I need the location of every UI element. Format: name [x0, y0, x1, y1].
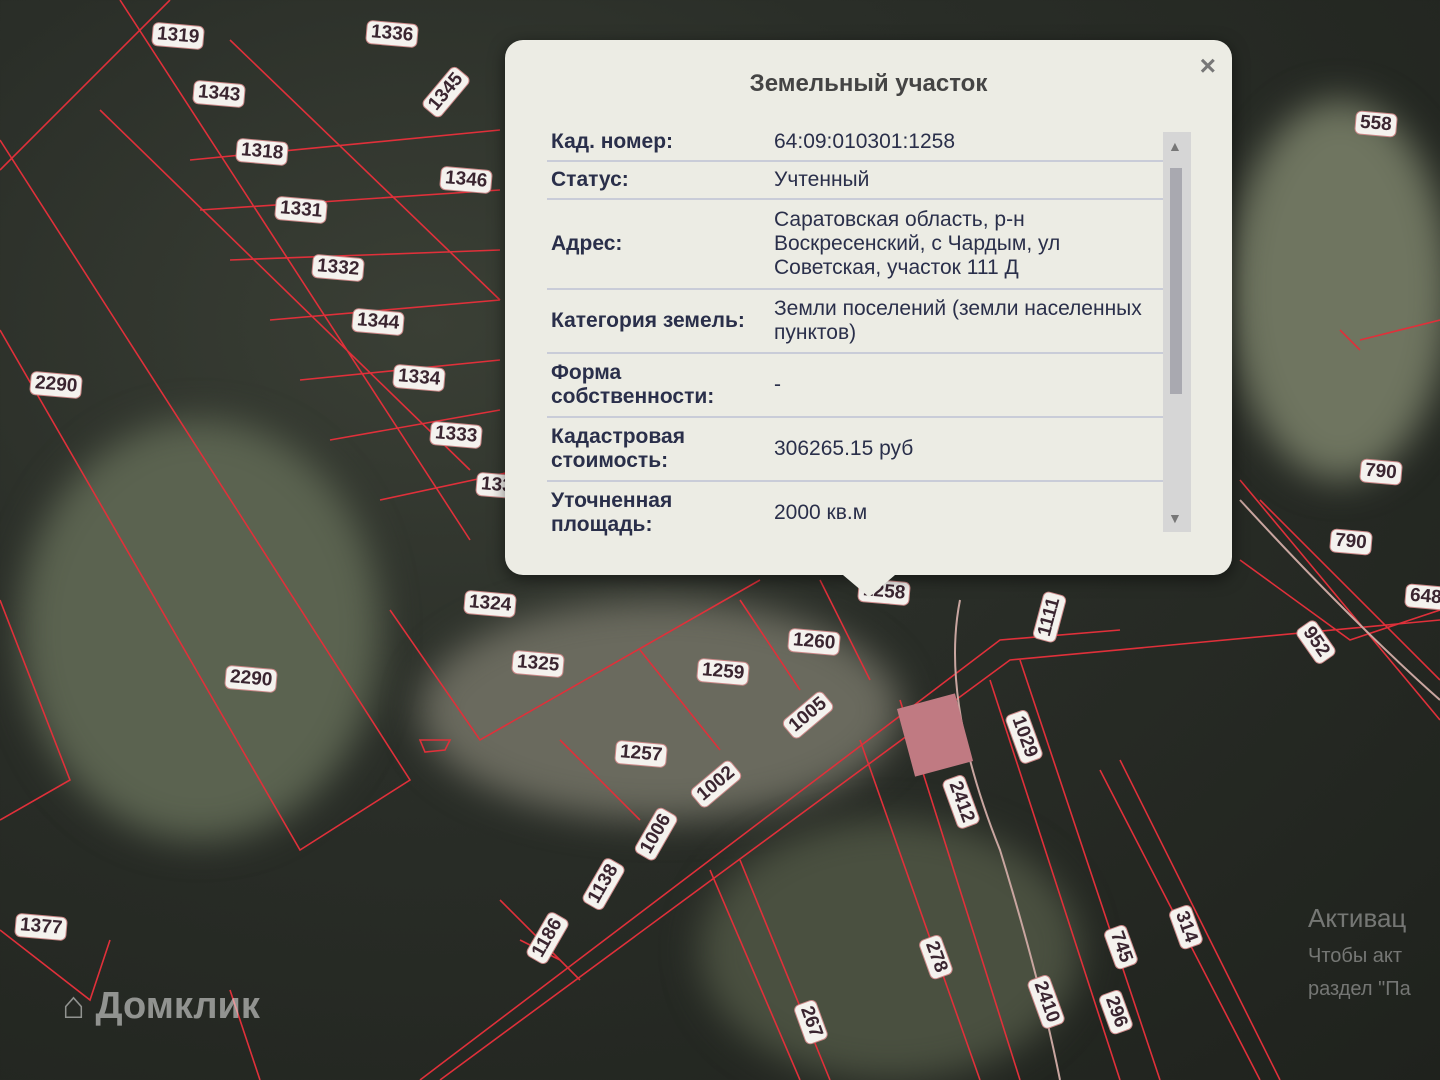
parcel-number-label[interactable]: 1318	[235, 137, 290, 167]
info-row: Кадастровая стоимость: 306265.15 руб	[547, 418, 1165, 482]
domclick-logo: ⌂ Домклик	[62, 985, 260, 1027]
parcel-number-label[interactable]: 1344	[351, 307, 406, 337]
parcel-number-label[interactable]: 1259	[696, 657, 751, 687]
parcel-number-label[interactable]: 790	[1359, 458, 1403, 486]
scroll-down-icon[interactable]: ▼	[1168, 510, 1182, 526]
activation-watermark-text: раздел "Па	[1308, 978, 1411, 1000]
info-row: Статус: Учтенный	[547, 162, 1165, 200]
close-icon[interactable]: ×	[1200, 50, 1216, 82]
parcel-number-label[interactable]: 1332	[311, 253, 366, 283]
info-value: 2000 кв.м	[774, 501, 868, 524]
parcel-number-label[interactable]: 790	[1329, 528, 1373, 556]
parcel-number-label[interactable]: 1336	[365, 19, 420, 49]
parcel-number-label[interactable]: 1257	[614, 739, 669, 769]
info-key: Форма собственности:	[551, 361, 715, 408]
scroll-up-icon[interactable]: ▲	[1168, 138, 1182, 154]
parcel-info-table: Кад. номер: 64:09:010301:1258 Статус: Учтен…	[547, 124, 1165, 536]
parcel-number-label[interactable]: 1324	[463, 589, 518, 619]
info-row: Категория земель: Земли поселений (земли …	[547, 290, 1165, 354]
info-row: Уточненная площадь: 2000 кв.м	[547, 482, 1165, 536]
info-row: Кад. номер: 64:09:010301:1258	[547, 124, 1165, 162]
parcel-number-label[interactable]: 1343	[192, 79, 247, 109]
info-key: Адрес:	[551, 232, 623, 255]
info-key: Категория земель:	[551, 309, 745, 332]
scrollbar-thumb[interactable]	[1170, 168, 1182, 394]
parcel-number-label[interactable]: 558	[1354, 110, 1398, 138]
parcel-number-label[interactable]: 1333	[429, 420, 484, 450]
info-value: 306265.15 руб	[774, 437, 914, 460]
popup-title: Земельный участок	[749, 70, 988, 97]
activation-watermark-title: Активац	[1308, 903, 1407, 933]
parcel-number-label[interactable]: 1260	[787, 627, 842, 657]
info-key: Уточненная площадь:	[551, 489, 673, 536]
scrollbar[interactable]: ▲ ▼	[1163, 132, 1191, 532]
info-value: Саратовская область, р-н Воскресенский, …	[774, 208, 1061, 279]
info-value: 64:09:010301:1258	[774, 130, 956, 153]
info-key: Статус:	[551, 168, 629, 191]
info-value: -	[774, 373, 781, 396]
parcel-number-label[interactable]: 1331	[274, 195, 329, 225]
info-key: Кадастровая стоимость:	[551, 425, 685, 472]
logo-text: Домклик	[95, 985, 260, 1027]
parcel-number-label[interactable]: 1346	[439, 165, 494, 195]
parcel-info-popup: Земельный участок × Кад. номер: 64:09:010…	[505, 40, 1232, 597]
parcel-number-label[interactable]: 648	[1404, 583, 1440, 611]
parcel-number-label[interactable]: 1334	[392, 363, 447, 393]
parcel-number-label[interactable]: 1377	[14, 912, 69, 942]
parcel-number-label[interactable]: 1325	[511, 649, 566, 679]
info-row: Форма собственности: -	[547, 354, 1165, 418]
info-value: Земли поселений (земли населенных пункто…	[774, 297, 1142, 344]
activation-watermark-text: Чтобы акт	[1308, 945, 1403, 967]
parcel-number-label[interactable]: 1319	[151, 21, 206, 51]
info-key: Кад. номер:	[551, 130, 674, 153]
parcel-number-label[interactable]: 2290	[29, 370, 84, 400]
info-row: Адрес: Саратовская область, р-н Воскресен…	[547, 200, 1165, 290]
parcel-number-label[interactable]: 2290	[224, 664, 279, 694]
info-value: Учтенный	[774, 168, 870, 191]
